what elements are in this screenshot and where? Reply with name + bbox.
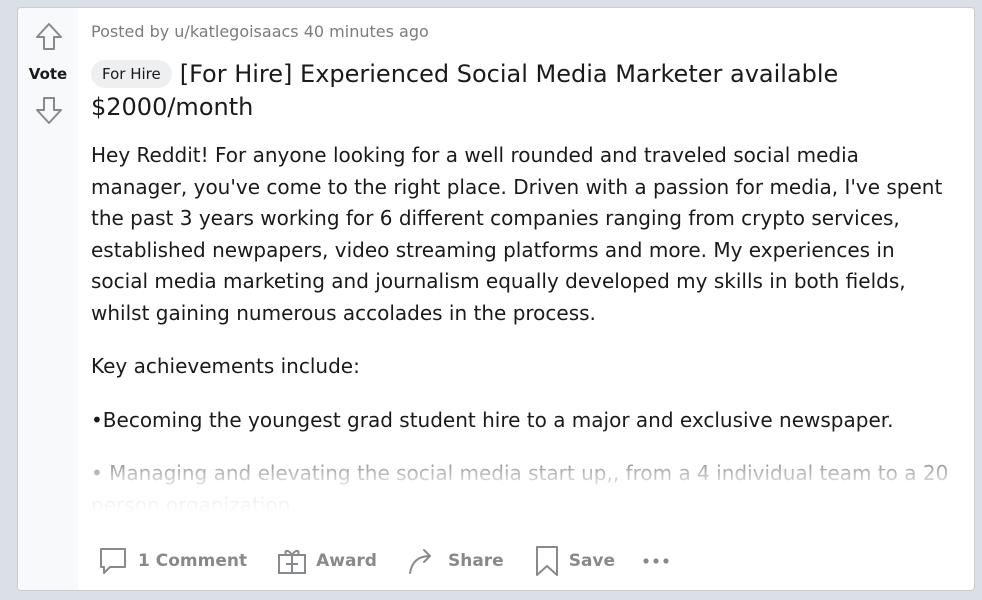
body-paragraph: Key achievements include: <box>91 354 360 378</box>
award-label: Award <box>316 551 377 571</box>
post-time: 40 minutes ago <box>303 22 429 41</box>
comment-button[interactable]: 1 Comment <box>91 541 253 581</box>
upvote-icon[interactable] <box>33 21 65 53</box>
author-link[interactable]: u/katlegoisaacs <box>174 22 298 41</box>
share-icon <box>408 549 431 574</box>
ellipsis-icon <box>643 558 669 564</box>
meta-prefix: Posted by <box>91 22 170 41</box>
post-meta: Posted by u/katlegoisaacs 40 minutes ago <box>91 22 429 41</box>
body-paragraph: •Becoming the youngest grad student hire… <box>91 407 894 432</box>
flair-badge[interactable]: For Hire <box>91 60 172 88</box>
post-actions: 1 Comment Award Share Save <box>91 541 700 581</box>
more-options-button[interactable] <box>639 541 682 581</box>
comment-icon <box>100 548 126 574</box>
vote-column: Vote <box>18 8 78 590</box>
award-button[interactable]: Award <box>271 541 383 581</box>
share-button[interactable]: Share <box>401 541 510 581</box>
gift-icon <box>278 549 307 574</box>
body-paragraph: • Managing and elevating the social medi… <box>91 461 949 517</box>
save-label: Save <box>568 551 616 571</box>
post-card[interactable]: Vote Posted by u/katlegoisaacs 40 minute… <box>17 7 975 591</box>
comment-label: 1 Comment <box>138 551 248 571</box>
vote-label: Vote <box>28 65 68 83</box>
downvote-icon[interactable] <box>33 94 65 126</box>
save-button[interactable]: Save <box>528 541 621 581</box>
body-paragraph: Hey Reddit! For anyone looking for a wel… <box>91 143 943 325</box>
post-title[interactable]: [For Hire] Experienced Social Media Mark… <box>91 60 838 121</box>
bookmark-icon <box>535 546 558 576</box>
post-body: Hey Reddit! For anyone looking for a wel… <box>91 140 951 521</box>
share-label: Share <box>447 551 504 571</box>
post-title-block[interactable]: For Hire [For Hire] Experienced Social Me… <box>91 58 951 124</box>
